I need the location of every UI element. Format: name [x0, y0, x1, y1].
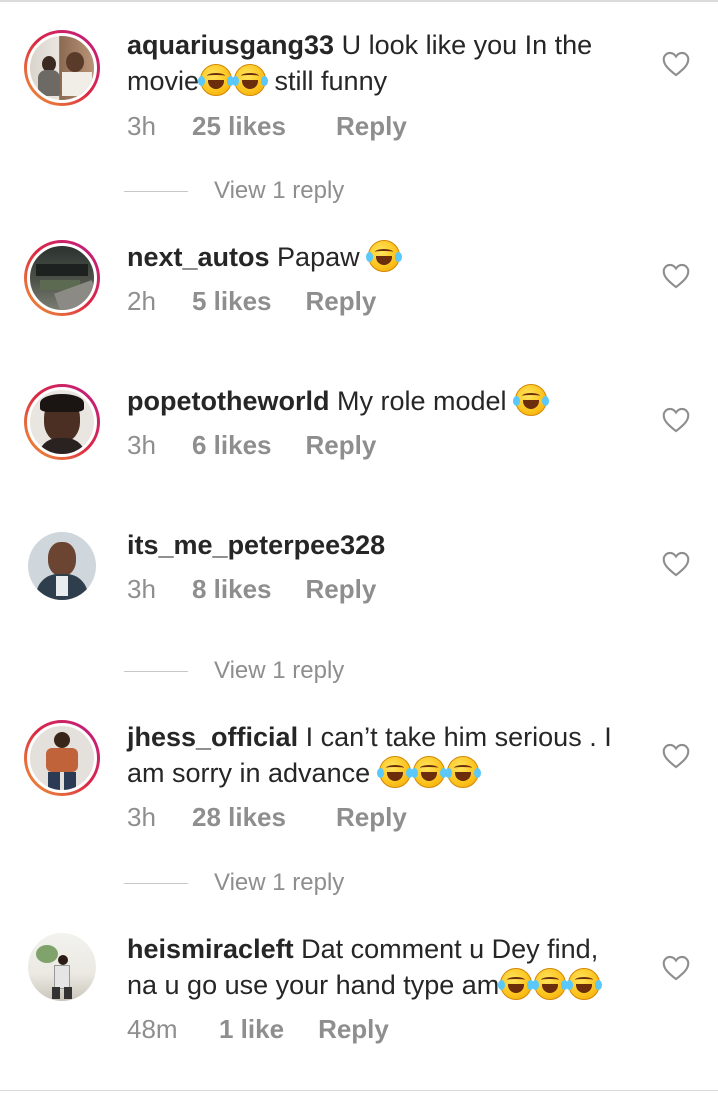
avatar[interactable] — [24, 384, 100, 460]
laughing-emoji-icon — [198, 64, 235, 96]
username[interactable]: popetotheworld — [127, 386, 329, 416]
reply-button[interactable]: Reply — [306, 285, 377, 317]
laughing-emoji-icon — [410, 756, 447, 788]
username[interactable]: heismiracleft — [127, 934, 294, 964]
top-divider — [0, 0, 718, 2]
view-replies-button[interactable]: View 1 reply — [124, 175, 344, 207]
comment-meta: 3h 8 likes Reply — [127, 573, 376, 605]
comment-time: 3h — [127, 111, 156, 141]
laughing-emoji-icon — [232, 64, 269, 96]
comment-meta: 3h 6 likes Reply — [127, 429, 376, 461]
username[interactable]: aquariusgang33 — [127, 30, 334, 60]
laughing-emoji-icon — [444, 756, 481, 788]
comment-text: jhess_official I can’t take him serious … — [127, 722, 612, 788]
laughing-emoji-icon — [498, 968, 535, 1000]
comment-time: 3h — [127, 574, 156, 604]
view-replies-button[interactable]: View 1 reply — [124, 867, 344, 899]
comment-text: aquariusgang33 U look like you In the mo… — [127, 30, 593, 96]
username[interactable]: jhess_official — [127, 722, 298, 752]
comment-time: 2h — [127, 286, 156, 316]
comment-meta: 48m 1 like Reply — [127, 1013, 389, 1045]
reply-button[interactable]: Reply — [318, 1013, 389, 1045]
comment-time: 48m — [127, 1014, 178, 1044]
comment-meta: 3h 25 likes Reply — [127, 110, 407, 142]
comment-text: next_autos Papaw — [127, 239, 627, 275]
reply-button[interactable]: Reply — [306, 573, 377, 605]
likes-count[interactable]: 8 likes — [192, 573, 272, 605]
view-replies-button[interactable]: View 1 reply — [124, 655, 344, 687]
heart-outline-icon[interactable] — [662, 263, 690, 289]
avatar[interactable] — [28, 532, 96, 600]
username[interactable]: next_autos — [127, 242, 270, 272]
likes-count[interactable]: 25 likes — [192, 110, 286, 142]
laughing-emoji-icon — [376, 756, 413, 788]
laughing-emoji-icon — [513, 384, 550, 416]
avatar[interactable] — [28, 933, 96, 1001]
comment-text: its_me_peterpee328 — [127, 527, 627, 563]
heart-outline-icon[interactable] — [662, 955, 690, 981]
username[interactable]: its_me_peterpee328 — [127, 530, 385, 560]
likes-count[interactable]: 5 likes — [192, 285, 272, 317]
heart-outline-icon[interactable] — [662, 743, 690, 769]
likes-count[interactable]: 1 like — [219, 1013, 284, 1045]
comment-meta: 3h 28 likes Reply — [127, 801, 407, 833]
comment-meta: 2h 5 likes Reply — [127, 285, 376, 317]
avatar[interactable] — [24, 30, 100, 106]
heart-outline-icon[interactable] — [662, 551, 690, 577]
reply-button[interactable]: Reply — [306, 429, 377, 461]
bottom-divider — [0, 1090, 718, 1091]
comment-time: 3h — [127, 802, 156, 832]
divider — [124, 882, 188, 884]
likes-count[interactable]: 6 likes — [192, 429, 272, 461]
reply-button[interactable]: Reply — [336, 110, 407, 142]
heart-outline-icon[interactable] — [662, 407, 690, 433]
reply-button[interactable]: Reply — [336, 801, 407, 833]
comment-text: heismiracleft Dat comment u Dey find, na… — [127, 931, 627, 1003]
comment-text: popetotheworld My role model — [127, 383, 627, 419]
laughing-emoji-icon — [532, 968, 569, 1000]
laughing-emoji-icon — [566, 968, 603, 1000]
likes-count[interactable]: 28 likes — [192, 801, 286, 833]
divider — [124, 190, 188, 192]
heart-outline-icon[interactable] — [662, 51, 690, 77]
comment-time: 3h — [127, 430, 156, 460]
avatar[interactable] — [24, 720, 100, 796]
laughing-emoji-icon — [366, 240, 403, 272]
divider — [124, 670, 188, 672]
avatar[interactable] — [24, 240, 100, 316]
